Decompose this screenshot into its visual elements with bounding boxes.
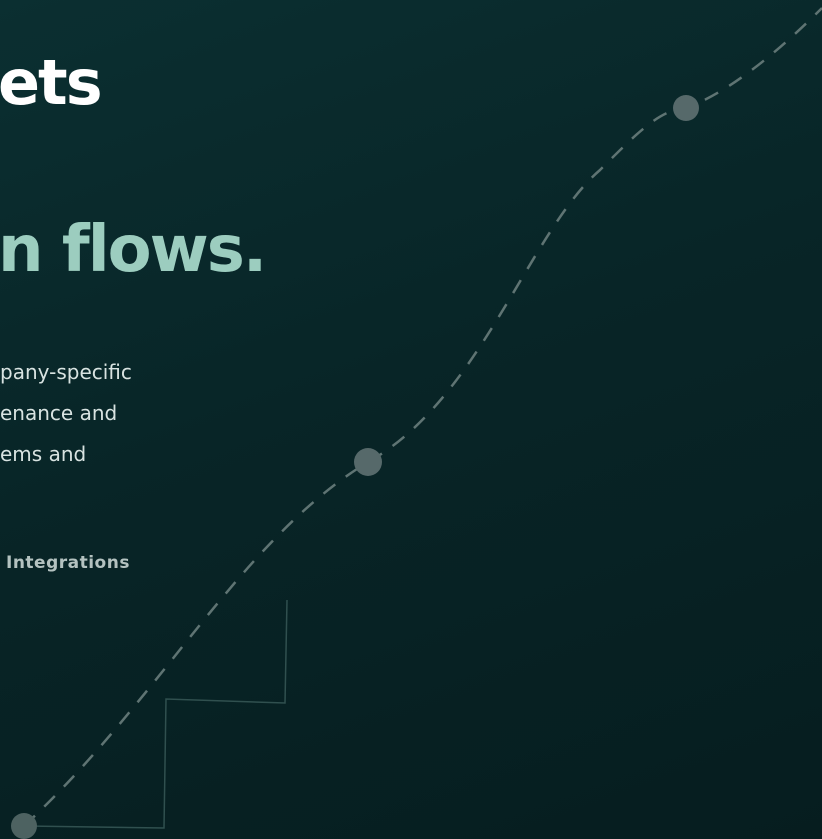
- description: pany-specific enance and ems and: [0, 352, 132, 475]
- step-line: [25, 599, 288, 829]
- description-line: pany-specific: [0, 360, 132, 384]
- path-node: [11, 813, 37, 839]
- path-node: [673, 95, 699, 121]
- integrations-link[interactable]: Integrations: [6, 553, 130, 573]
- path-node: [354, 448, 382, 476]
- description-line: ems and: [0, 442, 87, 466]
- headline-line-2: n flows.: [0, 213, 267, 287]
- headline-line-1: ets: [0, 46, 103, 119]
- description-line: enance and: [0, 401, 118, 425]
- dashed-growth-path: [23, 7, 822, 827]
